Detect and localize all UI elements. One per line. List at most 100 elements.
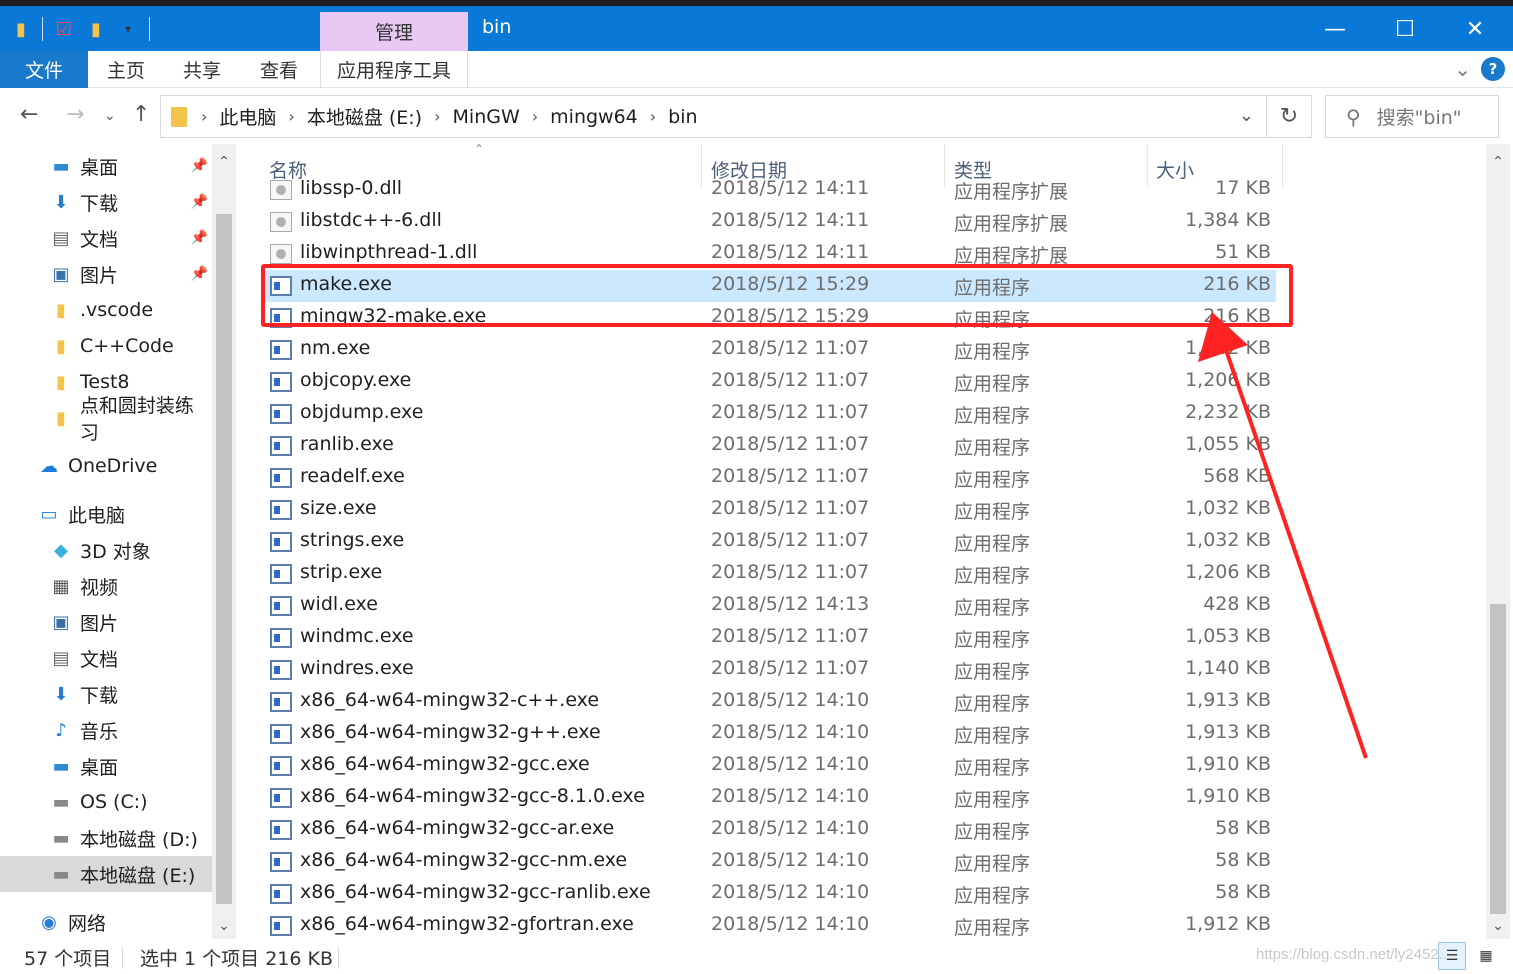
forward-arrow-icon[interactable]: → xyxy=(66,102,84,127)
breadcrumb-mingw[interactable]: MinGW xyxy=(453,106,520,128)
large-icons-view-icon[interactable]: ▦ xyxy=(1472,942,1500,970)
pin-icon[interactable]: 📌 xyxy=(191,158,208,174)
nav-item[interactable]: ♪ 音乐 xyxy=(0,712,212,748)
chevron-down-icon[interactable]: ⌄ xyxy=(1239,105,1254,126)
back-arrow-icon[interactable]: ← xyxy=(20,102,38,127)
file-row[interactable]: x86_64-w64-mingw32-gcc.exe 2018/5/12 14:1… xyxy=(262,750,1276,782)
nav-item[interactable]: ▬ 本地磁盘 (D:) xyxy=(0,820,212,856)
nav-item-label: 音乐 xyxy=(80,720,119,743)
pin-icon[interactable]: 📌 xyxy=(191,266,208,282)
qat-dropdown-icon[interactable]: ▾ xyxy=(117,16,139,42)
tab-share[interactable]: 共享 xyxy=(164,51,240,88)
file-row[interactable]: windres.exe 2018/5/12 11:07 应用程序 1,140 KB xyxy=(262,654,1276,686)
nav-item-label: 本地磁盘 (D:) xyxy=(80,828,198,851)
tab-view[interactable]: 查看 xyxy=(240,51,318,88)
chevron-right-icon[interactable]: › xyxy=(650,107,656,126)
nav-item[interactable]: ☁ OneDrive xyxy=(0,448,212,484)
file-size: 1,206 KB xyxy=(1185,561,1271,583)
chevron-right-icon[interactable]: › xyxy=(532,107,538,126)
nav-item[interactable]: ▬ 桌面 xyxy=(0,748,212,784)
file-name: x86_64-w64-mingw32-gfortran.exe xyxy=(300,913,634,935)
exe-file-icon xyxy=(270,692,292,712)
file-name: ranlib.exe xyxy=(300,433,394,455)
folder-icon: ▮ xyxy=(55,407,66,429)
file-row[interactable]: readelf.exe 2018/5/12 11:07 应用程序 568 KB xyxy=(262,462,1276,494)
file-name: libssp-0.dll xyxy=(300,177,403,199)
file-row[interactable]: size.exe 2018/5/12 11:07 应用程序 1,032 KB xyxy=(262,494,1276,526)
nav-item[interactable]: ⬇ 下载 xyxy=(0,676,212,712)
search-input[interactable]: ⚲ 搜索"bin" xyxy=(1325,95,1499,138)
file-row[interactable]: x86_64-w64-mingw32-g++.exe 2018/5/12 14:1… xyxy=(262,718,1276,750)
scroll-down-icon[interactable]: ⌄ xyxy=(1486,914,1510,938)
nav-item[interactable]: ▦ 视频 xyxy=(0,568,212,604)
nav-item[interactable]: ▭ 此电脑 xyxy=(0,496,212,532)
expand-ribbon-icon[interactable]: ⌄ xyxy=(1454,57,1471,81)
nav-item[interactable]: ▤ 文档 📌 xyxy=(0,220,212,256)
file-list-scrollbar[interactable]: ⌃ ⌄ xyxy=(1486,144,1510,939)
breadcrumb-this-pc[interactable]: 此电脑 xyxy=(219,103,276,130)
file-row[interactable]: libstdc++-6.dll 2018/5/12 14:11 应用程序扩展 1,38… xyxy=(262,206,1276,238)
scroll-thumb[interactable] xyxy=(1490,604,1506,914)
up-arrow-icon[interactable]: ↑ xyxy=(132,102,150,127)
file-row[interactable]: windmc.exe 2018/5/12 11:07 应用程序 1,053 KB xyxy=(262,622,1276,654)
nav-item[interactable]: ◆ 3D 对象 xyxy=(0,532,212,568)
file-size: 1,032 KB xyxy=(1185,529,1271,551)
nav-item[interactable]: ▬ 桌面 📌 xyxy=(0,148,212,184)
nav-item[interactable]: ▬ 本地磁盘 (E:) xyxy=(0,856,212,892)
close-button[interactable]: ✕ xyxy=(1450,12,1500,46)
pin-icon[interactable]: 📌 xyxy=(191,194,208,210)
scroll-up-icon[interactable]: ⌃ xyxy=(1486,150,1510,174)
recent-locations-icon[interactable]: ⌄ xyxy=(104,108,116,124)
nav-item[interactable]: ▬ OS (C:) xyxy=(0,784,212,820)
exe-file-icon xyxy=(270,372,292,392)
breadcrumb-mingw64[interactable]: mingw64 xyxy=(550,106,638,128)
file-row[interactable]: strings.exe 2018/5/12 11:07 应用程序 1,032 KB xyxy=(262,526,1276,558)
file-row[interactable]: x86_64-w64-mingw32-gcc-nm.exe 2018/5/12 1… xyxy=(262,846,1276,878)
file-size: 428 KB xyxy=(1203,593,1271,615)
breadcrumb-bin[interactable]: bin xyxy=(668,106,697,128)
address-bar[interactable]: › 此电脑 › 本地磁盘 (E:) › MinGW › mingw64 › bi… xyxy=(160,95,1267,138)
file-row[interactable]: widl.exe 2018/5/12 14:13 应用程序 428 KB xyxy=(262,590,1276,622)
file-row[interactable]: x86_64-w64-mingw32-gfortran.exe 2018/5/12… xyxy=(262,910,1276,939)
file-row[interactable]: strip.exe 2018/5/12 11:07 应用程序 1,206 KB xyxy=(262,558,1276,590)
new-folder-icon[interactable]: ▮ xyxy=(85,16,107,42)
properties-icon[interactable]: ☑ xyxy=(53,16,75,42)
file-row[interactable]: x86_64-w64-mingw32-gcc-ranlib.exe 2018/5/… xyxy=(262,878,1276,910)
file-name: libwinpthread-1.dll xyxy=(300,241,478,263)
nav-item[interactable]: ▮ 点和圆封装练习 xyxy=(0,395,212,444)
tab-file[interactable]: 文件 xyxy=(0,51,88,88)
scroll-thumb[interactable] xyxy=(216,214,232,904)
chevron-right-icon[interactable]: › xyxy=(201,107,207,126)
nav-scrollbar[interactable]: ⌃ ⌄ xyxy=(212,144,236,939)
file-row[interactable]: nm.exe 2018/5/12 11:07 应用程序 1,042 KB xyxy=(262,334,1276,366)
chevron-right-icon[interactable]: › xyxy=(434,107,440,126)
minimize-button[interactable]: — xyxy=(1310,12,1360,46)
file-row[interactable]: x86_64-w64-mingw32-c++.exe 2018/5/12 14:1… xyxy=(262,686,1276,718)
file-row[interactable]: libssp-0.dll 2018/5/12 14:11 应用程序扩展 17 KB xyxy=(262,174,1276,206)
nav-item[interactable]: ▮ C++Code xyxy=(0,328,212,364)
breadcrumb-drive-e[interactable]: 本地磁盘 (E:) xyxy=(307,103,422,130)
tab-home[interactable]: 主页 xyxy=(88,51,164,88)
file-row[interactable]: ranlib.exe 2018/5/12 11:07 应用程序 1,055 KB xyxy=(262,430,1276,462)
scroll-down-icon[interactable]: ⌄ xyxy=(212,914,236,938)
nav-item[interactable]: ▮ .vscode xyxy=(0,292,212,328)
nav-item[interactable]: ▣ 图片 xyxy=(0,604,212,640)
nav-item[interactable]: ⬇ 下载 📌 xyxy=(0,184,212,220)
help-icon[interactable]: ? xyxy=(1481,57,1505,81)
refresh-button[interactable]: ↻ xyxy=(1267,95,1312,138)
pin-icon[interactable]: 📌 xyxy=(191,230,208,246)
maximize-button[interactable]: ☐ xyxy=(1380,12,1430,46)
nav-item[interactable]: ▣ 图片 📌 xyxy=(0,256,212,292)
chevron-right-icon[interactable]: › xyxy=(288,107,294,126)
file-row[interactable]: x86_64-w64-mingw32-gcc-8.1.0.exe 2018/5/1… xyxy=(262,782,1276,814)
file-row[interactable]: objdump.exe 2018/5/12 11:07 应用程序 2,232 KB xyxy=(262,398,1276,430)
tab-application-tools[interactable]: 应用程序工具 xyxy=(320,51,468,88)
nav-item[interactable]: ▤ 文档 xyxy=(0,640,212,676)
folder-icon[interactable]: ▮ xyxy=(10,16,32,42)
scroll-up-icon[interactable]: ⌃ xyxy=(212,150,236,174)
nav-item[interactable]: ◉ 网络 xyxy=(0,904,212,940)
manage-context-tab[interactable]: 管理 xyxy=(320,12,468,51)
file-row[interactable]: objcopy.exe 2018/5/12 11:07 应用程序 1,206 KB xyxy=(262,366,1276,398)
file-row[interactable]: x86_64-w64-mingw32-gcc-ar.exe 2018/5/12 1… xyxy=(262,814,1276,846)
column-divider[interactable] xyxy=(1282,144,1283,188)
